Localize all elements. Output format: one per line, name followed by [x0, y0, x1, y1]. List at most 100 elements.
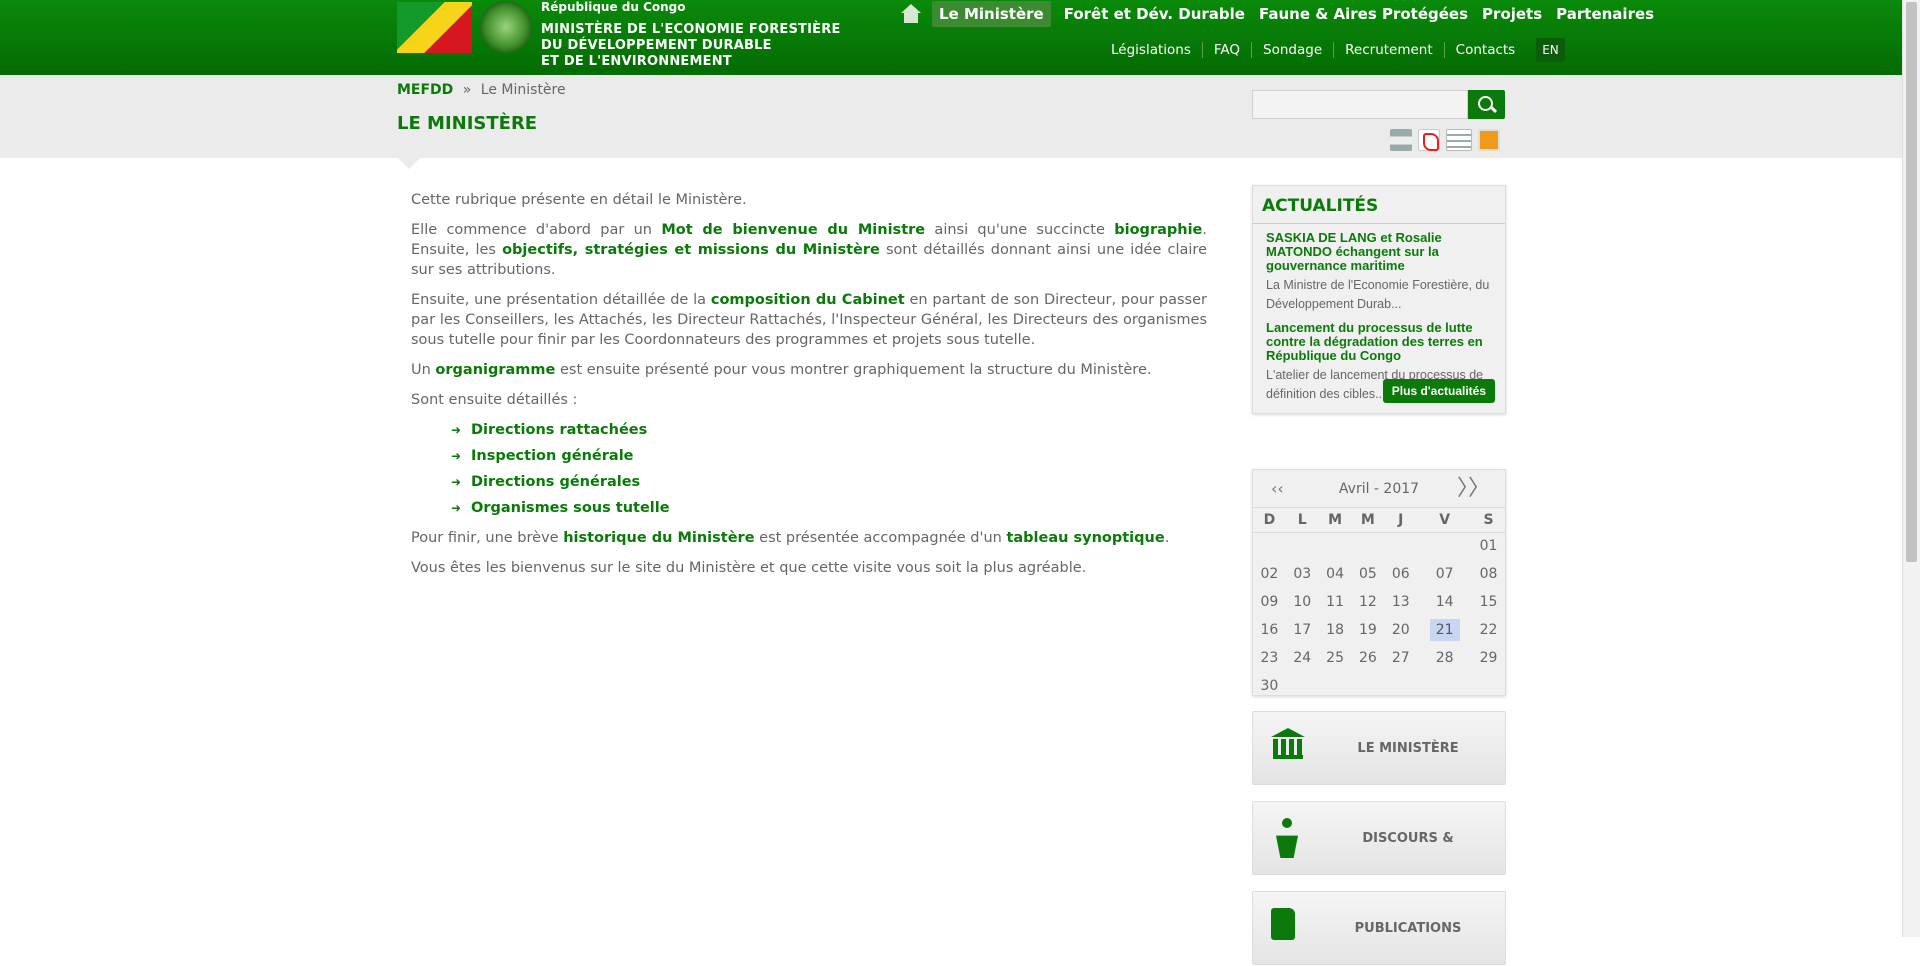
- secondary-nav: Législations FAQ Sondage Recrutement Con…: [1100, 38, 1565, 62]
- link-composition-cabinet[interactable]: composition du Cabinet: [711, 292, 905, 308]
- calendar-day[interactable]: 24: [1286, 644, 1319, 672]
- language-switch-button[interactable]: EN: [1536, 38, 1565, 62]
- nav-partenaires[interactable]: Partenaires: [1556, 5, 1654, 23]
- intro-paragraph: Cette rubrique présente en détail le Min…: [411, 192, 747, 208]
- calendar-day[interactable]: 25: [1319, 644, 1352, 672]
- calendar-day-header: S: [1472, 508, 1505, 533]
- bank-icon: [1271, 728, 1307, 764]
- search-input[interactable]: [1252, 90, 1468, 119]
- tile-publications[interactable]: PUBLICATIONS: [1252, 891, 1506, 965]
- calendar-day[interactable]: 03: [1286, 560, 1319, 588]
- calendar-day: [1417, 532, 1472, 560]
- calendar-next-icon[interactable]: 〉〉: [1457, 470, 1490, 508]
- news-item-title[interactable]: SASKIA DE LANG et Rosalie MATONDO échang…: [1253, 224, 1505, 273]
- news-item-title[interactable]: Lancement du processus de lutte contre l…: [1253, 314, 1505, 363]
- paragraph-2: Elle commence d'abord par un Mot de bien…: [411, 222, 1207, 278]
- tile-label: DISCOURS & ALLOCUTIONS: [1357, 831, 1459, 920]
- calendar-day: [1319, 532, 1352, 560]
- ministry-seal-icon[interactable]: [480, 1, 532, 53]
- calendar-day[interactable]: 27: [1384, 644, 1417, 672]
- country-name: République du Congo: [541, 0, 686, 14]
- calendar-day[interactable]: 04: [1319, 560, 1352, 588]
- calendar-day[interactable]: 19: [1351, 616, 1384, 644]
- more-news-button[interactable]: Plus d'actualités: [1382, 379, 1495, 403]
- calendar-day[interactable]: 22: [1472, 616, 1505, 644]
- detail-list: Directions rattachées Inspection général…: [451, 420, 1207, 518]
- calendar-day[interactable]: 23: [1253, 644, 1286, 672]
- calendar-day[interactable]: 09: [1253, 588, 1286, 616]
- tile-discours[interactable]: DISCOURS & ALLOCUTIONS: [1252, 801, 1506, 920]
- link-organigramme[interactable]: organigramme: [435, 362, 555, 378]
- calendar-day: [1286, 532, 1319, 560]
- calendar-day: [1472, 672, 1505, 700]
- home-icon[interactable]: [900, 3, 922, 25]
- link-objectifs[interactable]: objectifs, stratégies et missions du Min…: [502, 242, 880, 258]
- calendar-day[interactable]: 21: [1417, 616, 1472, 644]
- calendar-day[interactable]: 12: [1351, 588, 1384, 616]
- link-mot-de-bienvenue[interactable]: Mot de bienvenue du Ministre: [661, 222, 925, 238]
- paragraph-6: Pour finir, une brève historique du Mini…: [411, 530, 1170, 546]
- calendar-today[interactable]: 21: [1429, 619, 1460, 641]
- scrollbar-thumb[interactable]: [1906, 2, 1917, 562]
- calendar-day[interactable]: 29: [1472, 644, 1505, 672]
- calendar-prev-icon[interactable]: ‹‹: [1271, 470, 1284, 508]
- calendar-day[interactable]: 30: [1253, 672, 1286, 700]
- list-item[interactable]: Organismes sous tutelle: [451, 498, 1207, 518]
- list-item[interactable]: Directions rattachées: [451, 420, 1207, 440]
- calendar-day-header: M: [1318, 508, 1352, 533]
- pdf-icon[interactable]: [1418, 129, 1440, 151]
- tile-le-ministere[interactable]: LE MINISTÈRE: [1252, 711, 1506, 785]
- calendar-day[interactable]: 17: [1286, 616, 1319, 644]
- subnav-sondage[interactable]: Sondage: [1251, 42, 1333, 58]
- scrollbar[interactable]: [1902, 0, 1920, 937]
- calendar-day[interactable]: 20: [1384, 616, 1417, 644]
- email-icon[interactable]: [1446, 129, 1472, 151]
- calendar-day: [1286, 672, 1319, 700]
- calendar-day[interactable]: 18: [1319, 616, 1352, 644]
- subnav-recrutement[interactable]: Recrutement: [1333, 42, 1444, 58]
- calendar-day: [1253, 532, 1286, 560]
- congo-flag-icon[interactable]: [397, 2, 472, 53]
- calendar-day[interactable]: 11: [1319, 588, 1352, 616]
- calendar-day[interactable]: 15: [1472, 588, 1505, 616]
- print-icon[interactable]: [1390, 129, 1412, 151]
- subnav-faq[interactable]: FAQ: [1201, 42, 1251, 58]
- title-bar: [0, 75, 1902, 169]
- calendar-day[interactable]: 10: [1286, 588, 1319, 616]
- calendar-day[interactable]: 13: [1384, 588, 1417, 616]
- subnav-contacts[interactable]: Contacts: [1443, 42, 1527, 58]
- ministry-name[interactable]: MINISTÈRE DE L'ECONOMIE FORESTIÈRE DU DÉ…: [541, 22, 841, 70]
- calendar-day[interactable]: 08: [1472, 560, 1505, 588]
- rss-icon[interactable]: [1478, 129, 1500, 151]
- calendar-day[interactable]: 02: [1253, 560, 1286, 588]
- link-historique[interactable]: historique du Ministère: [563, 530, 754, 546]
- calendar-day-header: M: [1351, 508, 1385, 533]
- page-tools: [1390, 129, 1500, 151]
- calendar-day: [1417, 672, 1472, 700]
- breadcrumb-separator: »: [462, 82, 472, 98]
- calendar-day: [1351, 672, 1384, 700]
- calendar-body: 01 02 03 04 05 06 07 08 09 10 11 12 13 14 15 16 17 18 19 20…: [1253, 532, 1505, 700]
- nav-foret[interactable]: Forêt et Dév. Durable: [1064, 5, 1245, 23]
- breadcrumb-home-link[interactable]: MEFDD: [397, 82, 453, 98]
- list-item[interactable]: Inspection générale: [451, 446, 1207, 466]
- subnav-legislations[interactable]: Législations: [1100, 42, 1202, 58]
- link-tableau-synoptique[interactable]: tableau synoptique: [1006, 530, 1164, 546]
- list-item[interactable]: Directions générales: [451, 472, 1207, 492]
- main-nav: Le Ministère Forêt et Dév. Durable Faune…: [900, 0, 1661, 28]
- nav-le-ministere[interactable]: Le Ministère: [932, 1, 1051, 27]
- search-icon[interactable]: [1468, 90, 1505, 119]
- calendar-day[interactable]: 14: [1417, 588, 1472, 616]
- calendar-day[interactable]: 07: [1417, 560, 1472, 588]
- calendar-day[interactable]: 06: [1384, 560, 1417, 588]
- nav-projets[interactable]: Projets: [1482, 5, 1542, 23]
- link-biographie[interactable]: biographie: [1114, 222, 1202, 238]
- calendar-day[interactable]: 05: [1351, 560, 1384, 588]
- calendar-day[interactable]: 16: [1253, 616, 1286, 644]
- calendar-day[interactable]: 26: [1351, 644, 1384, 672]
- calendar-day[interactable]: 01: [1472, 532, 1505, 560]
- calendar-day[interactable]: 28: [1417, 644, 1472, 672]
- nav-faune[interactable]: Faune & Aires Protégées: [1259, 5, 1468, 23]
- breadcrumb: MEFDD » Le Ministère: [397, 82, 566, 98]
- news-panel: ACTUALITÉS SASKIA DE LANG et Rosalie MAT…: [1252, 185, 1506, 414]
